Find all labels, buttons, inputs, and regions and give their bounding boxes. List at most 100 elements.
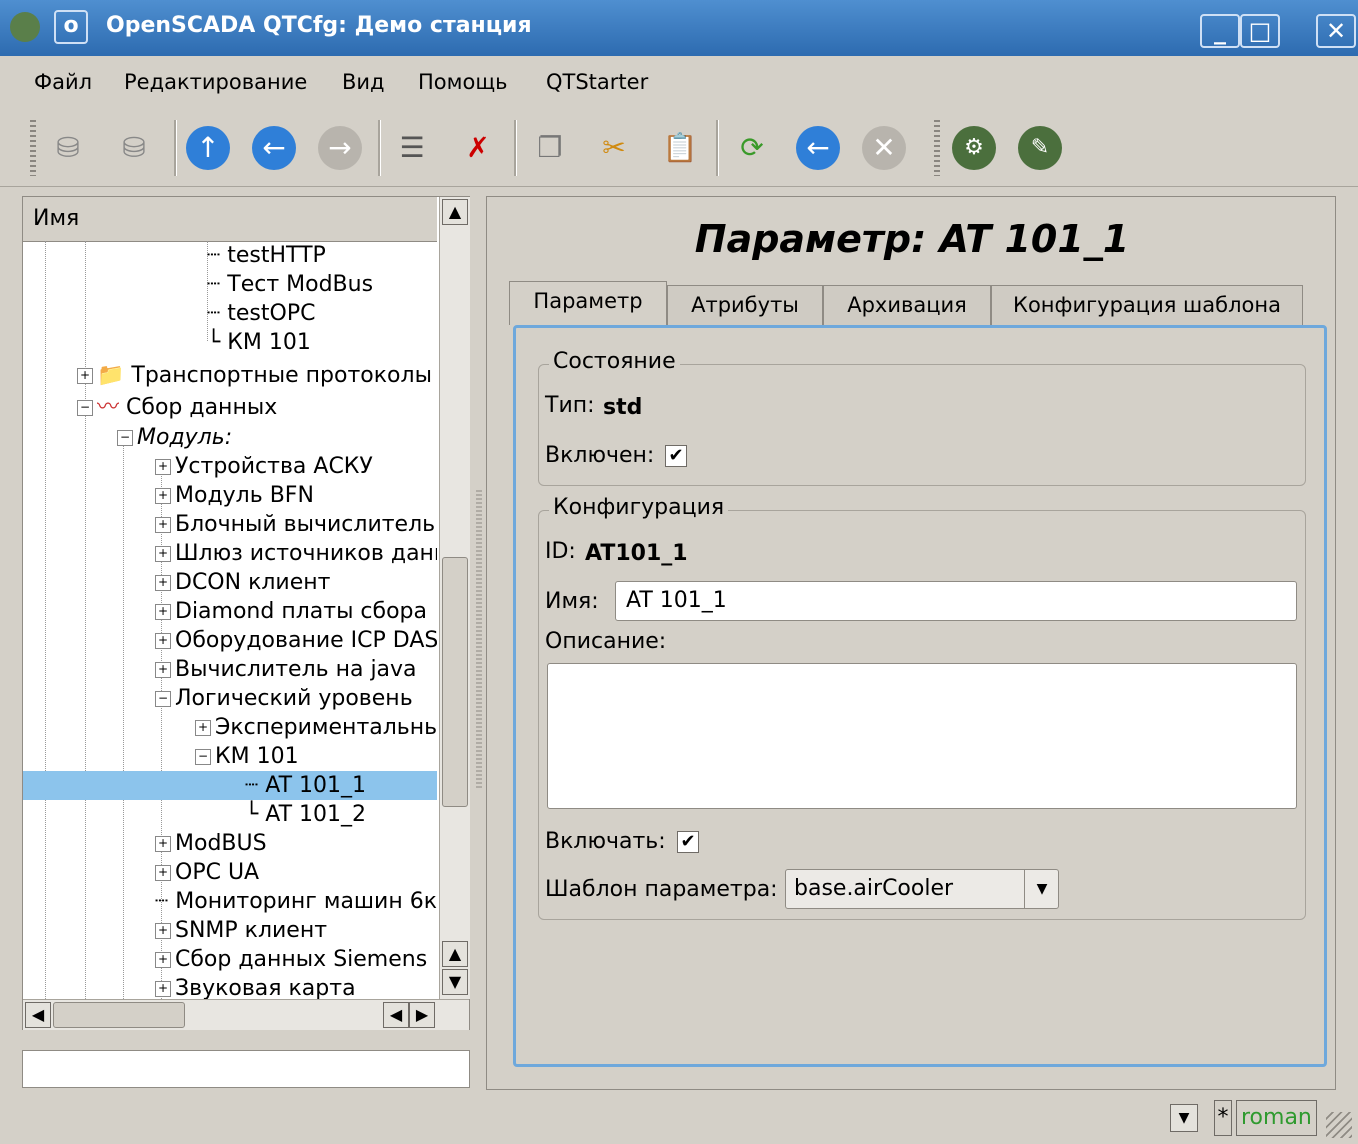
tree-horizontal-scrollbar[interactable]: ◀ ◀ ▶ bbox=[23, 999, 469, 1030]
expand-icon[interactable]: + bbox=[77, 368, 93, 384]
tab-template-config[interactable]: Конфигурация шаблона bbox=[991, 285, 1303, 325]
tree-item[interactable]: + Экспериментальный bbox=[195, 713, 437, 742]
tree-filter-input[interactable] bbox=[22, 1050, 470, 1088]
scroll-up-button[interactable]: ▲ bbox=[442, 199, 468, 225]
tree-item-km101[interactable]: └ КМ 101 bbox=[207, 328, 311, 357]
tree-item-km101-logic[interactable]: − КМ 101 bbox=[195, 742, 299, 771]
tree-item[interactable]: + Вычислитель на java bbox=[155, 655, 417, 684]
tree-item-transport-protocols[interactable]: + 📁 Транспортные протоколы bbox=[77, 361, 432, 390]
tree-item[interactable]: + Оборудование ICP DAS bbox=[155, 626, 437, 655]
tree-item[interactable]: + Устройства АСКУ bbox=[155, 452, 373, 481]
tree-item-test-modbus[interactable]: ┈ Тест ModBus bbox=[207, 270, 373, 299]
expand-icon[interactable]: + bbox=[155, 981, 171, 997]
minimize-button[interactable]: _ bbox=[1200, 14, 1240, 48]
tree-item-testhttp[interactable]: ┈ testHTTP bbox=[207, 241, 326, 270]
scroll-up-button[interactable]: ▲ bbox=[442, 941, 468, 967]
tree-item-testopc[interactable]: ┈ testOPC bbox=[207, 299, 315, 328]
copy-icon[interactable]: ❐ bbox=[528, 126, 572, 170]
expand-icon[interactable]: + bbox=[195, 720, 211, 736]
window-menu-icon[interactable]: o bbox=[54, 10, 88, 44]
tab-content: Состояние Тип: std Включен: ✔ Конфигурац… bbox=[513, 325, 1327, 1067]
tab-parameter[interactable]: Параметр bbox=[509, 281, 667, 325]
back-icon[interactable]: ← bbox=[252, 126, 296, 170]
expand-icon[interactable]: + bbox=[155, 633, 171, 649]
name-input[interactable]: AT 101_1 bbox=[615, 581, 1297, 621]
expand-icon[interactable]: + bbox=[155, 923, 171, 939]
tree-item-at101-2[interactable]: └ AT 101_2 bbox=[245, 800, 366, 829]
expand-icon[interactable]: + bbox=[155, 952, 171, 968]
tree-item-module-group[interactable]: − Модуль: bbox=[117, 423, 232, 452]
tab-archiving[interactable]: Архивация bbox=[823, 285, 991, 325]
expand-icon[interactable]: + bbox=[155, 836, 171, 852]
tree-vertical-scrollbar[interactable]: ▲ ▲ ▼ bbox=[439, 197, 470, 999]
collapse-icon[interactable]: − bbox=[195, 749, 211, 765]
enabled-checkbox[interactable]: ✔ bbox=[665, 445, 687, 467]
stop-icon[interactable]: ✕ bbox=[862, 126, 906, 170]
station-icon[interactable]: ⚙ bbox=[952, 126, 996, 170]
collapse-icon[interactable]: − bbox=[77, 400, 93, 416]
tree-item[interactable]: + Сбор данных Siemens bbox=[155, 945, 427, 974]
scroll-right-button[interactable]: ▶ bbox=[409, 1002, 435, 1028]
maximize-button[interactable]: □ bbox=[1240, 14, 1280, 48]
tree-item-at101-1-selected[interactable]: ┈ AT 101_1 bbox=[23, 771, 437, 800]
forward-icon[interactable]: → bbox=[318, 126, 362, 170]
tree-item[interactable]: + Модуль BFN bbox=[155, 481, 314, 510]
tree-item-logic-level[interactable]: − Логический уровень bbox=[155, 684, 413, 713]
toolbar-separator bbox=[378, 120, 381, 176]
menu-qtstarter[interactable]: QTStarter bbox=[546, 70, 648, 94]
tree-item[interactable]: + OPC UA bbox=[155, 858, 259, 887]
cut-icon[interactable]: ✂ bbox=[592, 126, 636, 170]
collapse-icon[interactable]: − bbox=[117, 430, 133, 446]
expand-icon[interactable]: + bbox=[155, 865, 171, 881]
tree-item[interactable]: + Diamond платы сбора bbox=[155, 597, 427, 626]
tab-attributes[interactable]: Атрибуты bbox=[667, 285, 823, 325]
close-button[interactable]: ✕ bbox=[1316, 14, 1356, 48]
expand-icon[interactable]: + bbox=[155, 546, 171, 562]
toolbar-grip[interactable] bbox=[934, 120, 940, 176]
start-icon[interactable]: ← bbox=[796, 126, 840, 170]
template-select[interactable]: base.airCooler ▼ bbox=[785, 869, 1059, 909]
collapse-icon[interactable]: − bbox=[155, 691, 171, 707]
menu-file[interactable]: Файл bbox=[34, 70, 92, 94]
expand-icon[interactable]: + bbox=[155, 575, 171, 591]
tree-item-data-acquisition[interactable]: − 〰 Сбор данных bbox=[77, 393, 277, 422]
menu-view[interactable]: Вид bbox=[342, 70, 385, 94]
tree-item[interactable]: + Звуковая карта bbox=[155, 974, 356, 999]
db-load-icon[interactable]: ⛁ bbox=[46, 126, 90, 170]
scroll-left-button[interactable]: ◀ bbox=[25, 1002, 51, 1028]
tree-item[interactable]: +Шлюз источников данных bbox=[155, 539, 437, 568]
expand-icon[interactable]: + bbox=[155, 662, 171, 678]
chevron-down-icon[interactable]: ▼ bbox=[1024, 870, 1059, 908]
up-icon[interactable]: ↑ bbox=[186, 126, 230, 170]
scroll-thumb[interactable] bbox=[442, 557, 468, 807]
splitter-handle[interactable] bbox=[476, 490, 482, 790]
tree-item[interactable]: + SNMP клиент bbox=[155, 916, 327, 945]
tree-item[interactable]: ┈ Мониторинг машин 6к bbox=[155, 887, 437, 916]
station-config-icon[interactable]: ✎ bbox=[1018, 126, 1062, 170]
toolbar-grip[interactable] bbox=[30, 120, 36, 176]
description-textarea[interactable] bbox=[547, 663, 1297, 809]
add-item-icon[interactable]: ☰ bbox=[390, 126, 434, 170]
resize-grip[interactable] bbox=[1326, 1112, 1352, 1138]
expand-icon[interactable]: + bbox=[155, 459, 171, 475]
menu-edit[interactable]: Редактирование bbox=[124, 70, 307, 94]
menu-help[interactable]: Помощь bbox=[418, 70, 508, 94]
delete-item-icon[interactable]: ✗ bbox=[456, 126, 500, 170]
paste-icon[interactable]: 📋 bbox=[658, 126, 702, 170]
status-dropdown-button[interactable]: ▼ bbox=[1170, 1104, 1198, 1132]
expand-icon[interactable]: + bbox=[155, 517, 171, 533]
title-bar[interactable]: o OpenSCADA QTCfg: Демо станция _ □ ✕ bbox=[0, 0, 1358, 56]
expand-icon[interactable]: + bbox=[155, 604, 171, 620]
scroll-thumb[interactable] bbox=[53, 1002, 185, 1028]
tree-item[interactable]: + DCON клиент bbox=[155, 568, 330, 597]
tree-item[interactable]: + Блочный вычислитель bbox=[155, 510, 435, 539]
tree-item[interactable]: + ModBUS bbox=[155, 829, 267, 858]
scroll-down-button[interactable]: ▼ bbox=[442, 969, 468, 995]
refresh-icon[interactable]: ⟳ bbox=[730, 126, 774, 170]
tree-column-header[interactable]: Имя bbox=[23, 197, 437, 242]
expand-icon[interactable]: + bbox=[155, 488, 171, 504]
status-user[interactable]: roman bbox=[1236, 1100, 1317, 1136]
enable-checkbox[interactable]: ✔ bbox=[677, 831, 699, 853]
scroll-left-button[interactable]: ◀ bbox=[383, 1002, 409, 1028]
db-save-icon[interactable]: ⛁ bbox=[112, 126, 156, 170]
